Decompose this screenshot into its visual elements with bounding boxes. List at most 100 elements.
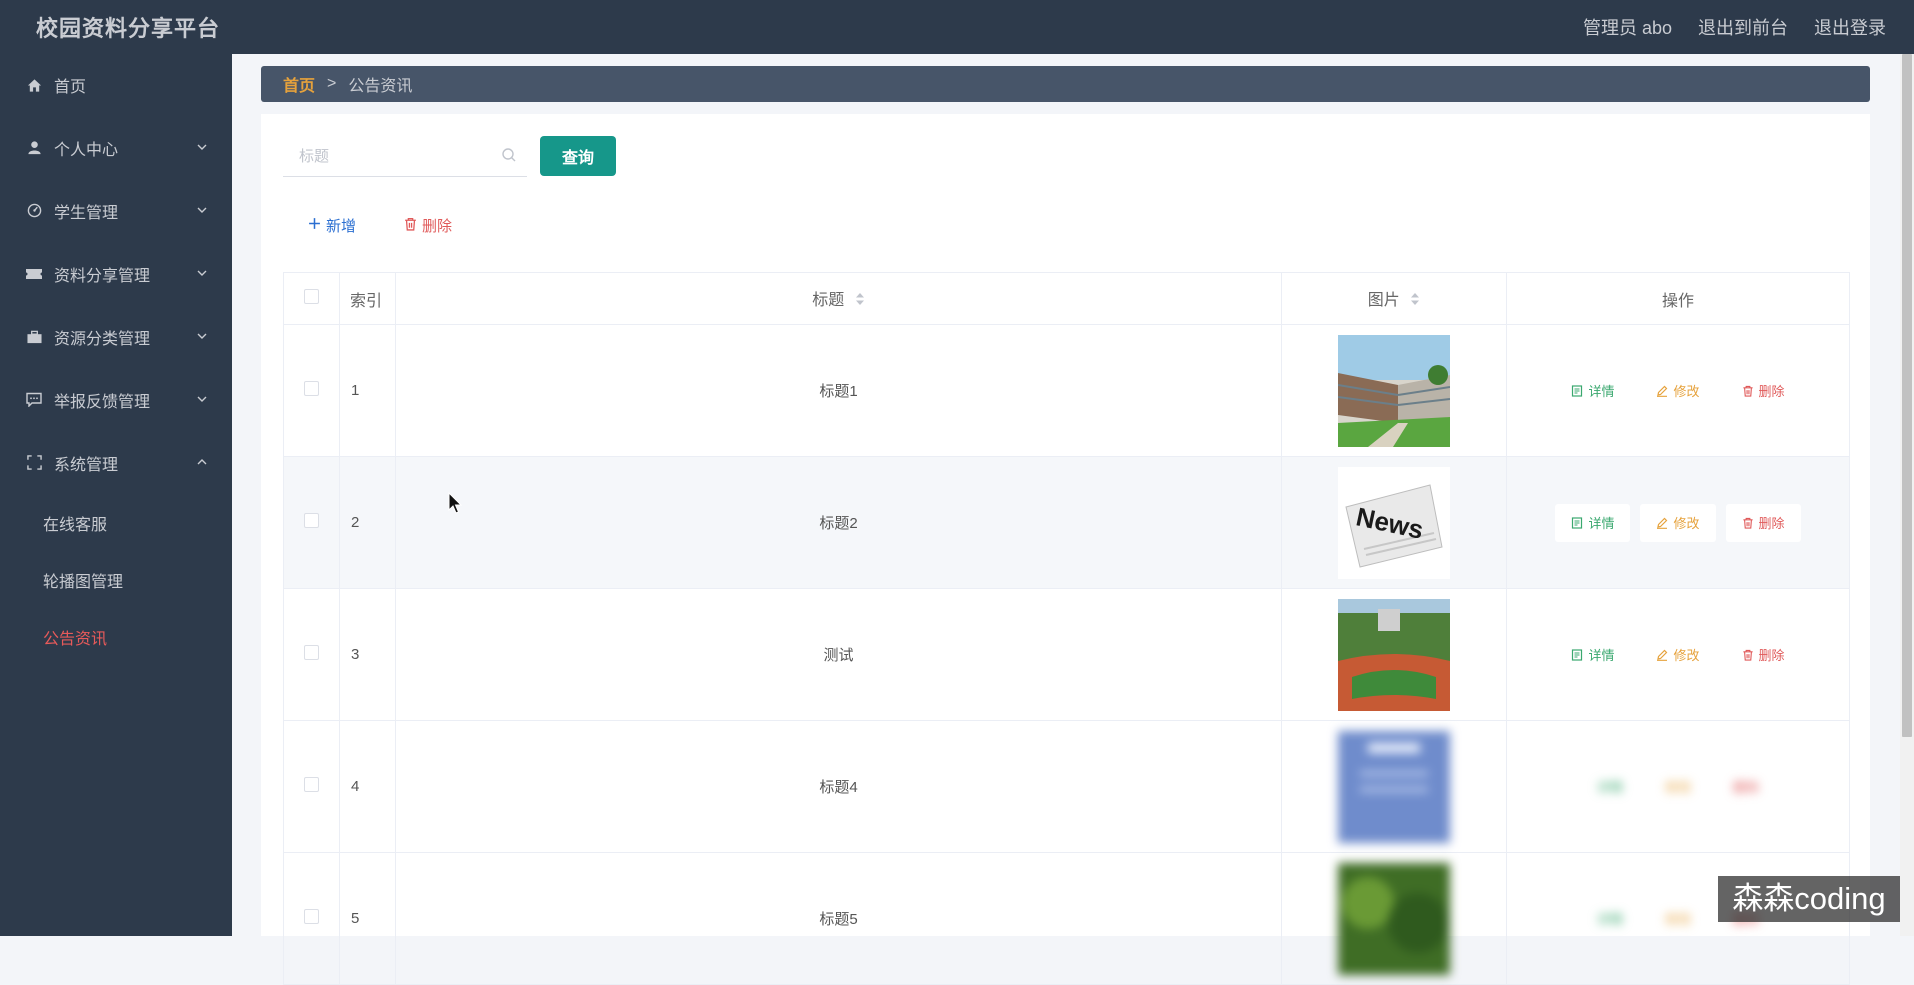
campus-buildings-image[interactable] [1338,334,1450,447]
pencil-icon [1657,517,1668,529]
sidebar-subitem-announcements[interactable]: 公告资讯 [0,608,232,665]
row-title: 测试 [395,588,1282,721]
green-trees-image[interactable] [1338,862,1450,975]
logout-link[interactable]: 退出登录 [1814,14,1886,40]
trash-icon [404,217,417,235]
ticket-icon [26,266,42,282]
search-icon [501,147,517,168]
document-icon [1572,384,1583,397]
sidebar-item-label: 学生管理 [54,204,119,222]
top-links: 管理员 abo 退出到前台 退出登录 [1583,14,1886,40]
delete-label: 删除 [422,218,453,235]
row-checkbox[interactable] [304,381,319,396]
sidebar: 首页 个人中心 学生管理 资料分享管理 资源分类管理 举报反馈管理 系统管理 在… [0,54,232,936]
delete-button[interactable]: 删除 [1717,768,1775,806]
delete-button[interactable]: 删除 [1725,503,1801,542]
admin-label[interactable]: 管理员 abo [1583,14,1672,40]
add-button[interactable]: 新增 [308,215,356,236]
column-header-title[interactable]: 标题 [395,272,1282,325]
detail-button[interactable]: 详情 [1555,372,1630,410]
sort-icon[interactable] [1410,292,1420,311]
row-checkbox[interactable] [304,909,319,924]
row-checkbox[interactable] [304,645,319,660]
row-checkbox[interactable] [304,513,319,528]
watermark: 森森coding [1718,876,1900,922]
scrollbar-thumb[interactable] [1902,54,1912,737]
sidebar-item-personal-center[interactable]: 个人中心 [0,116,232,179]
search-input[interactable] [283,136,501,176]
column-header-label: 图片 [1367,292,1400,310]
table-row: 1 标题1 详情 修改 删除 [283,324,1850,457]
edit-button[interactable]: 修改 [1640,636,1715,674]
sidebar-item-label: 系统管理 [54,456,119,474]
table-header-row: 索引 标题 图片 操作 [283,272,1850,325]
search-box [283,136,527,177]
chevron-down-icon [196,203,208,221]
table-row: 4 标题4 详情 修改 删除 [283,720,1850,853]
add-label: 新增 [326,218,357,235]
exit-to-front-link[interactable]: 退出到前台 [1698,14,1788,40]
column-header-actions: 操作 [1506,272,1850,325]
sidebar-item-system-management[interactable]: 系统管理 [0,431,232,494]
row-index: 3 [339,588,396,721]
breadcrumb-current: 公告资讯 [348,78,413,95]
detail-button[interactable]: 详情 [1555,636,1630,674]
pencil-icon [1657,649,1668,661]
row-index: 1 [339,324,396,457]
table-row: 5 标题5 详情 修改 删除 [283,852,1850,985]
news-newspaper-image[interactable]: News [1338,466,1450,579]
frame-icon [26,455,42,471]
detail-button[interactable]: 详情 [1581,768,1639,806]
home-icon [26,77,42,93]
row-index: 2 [339,456,396,589]
edit-button[interactable]: 修改 [1640,503,1716,542]
table-row: 2 标题2 News 详情 修改 删除 [283,456,1850,589]
column-header-image[interactable]: 图片 [1281,272,1507,325]
row-index: 5 [339,852,396,985]
top-bar: 校园资料分享平台 管理员 abo 退出到前台 退出登录 [0,0,1914,54]
document-icon [1572,516,1583,529]
delete-button[interactable]: 删除 [1726,372,1801,410]
column-header-index: 索引 [339,272,396,325]
sidebar-item-label: 资料分享管理 [54,267,151,285]
row-title: 标题1 [395,324,1282,457]
sort-icon[interactable] [855,292,865,311]
trash-icon [1742,517,1753,529]
sidebar-subitem-online-service[interactable]: 在线客服 [0,494,232,551]
edit-button[interactable]: 修改 [1649,900,1707,938]
blue-poster-image[interactable] [1338,730,1450,843]
sidebar-item-resource-category[interactable]: 资源分类管理 [0,305,232,368]
sidebar-item-label: 举报反馈管理 [54,393,151,411]
user-icon [26,140,42,156]
edit-button[interactable]: 修改 [1640,372,1715,410]
select-all-checkbox[interactable] [304,288,319,304]
trash-icon [1742,649,1753,661]
chevron-down-icon [196,329,208,347]
student-icon [26,203,42,219]
running-track-image[interactable] [1338,598,1450,711]
delete-button[interactable]: 删除 [1726,636,1801,674]
breadcrumb-home[interactable]: 首页 [283,72,315,96]
detail-button[interactable]: 详情 [1555,503,1631,542]
breadcrumb-separator: > [327,75,337,92]
chevron-down-icon [196,266,208,284]
sidebar-item-label: 首页 [54,79,87,96]
sidebar-item-report-feedback[interactable]: 举报反馈管理 [0,368,232,431]
sidebar-item-home[interactable]: 首页 [0,54,232,116]
row-checkbox[interactable] [304,777,319,792]
row-title: 标题2 [395,456,1282,589]
sidebar-item-label: 资源分类管理 [54,330,151,348]
sidebar-item-student-management[interactable]: 学生管理 [0,179,232,242]
document-icon [1572,648,1583,661]
edit-button[interactable]: 修改 [1649,768,1707,806]
plus-icon [308,217,321,234]
detail-button[interactable]: 详情 [1581,900,1639,938]
sidebar-subitem-carousel[interactable]: 轮播图管理 [0,551,232,608]
sidebar-item-material-sharing[interactable]: 资料分享管理 [0,242,232,305]
briefcase-icon [26,329,42,345]
announcement-table: 索引 标题 图片 操作 1 标题1 详情 修改 删除 2 标题2 News 详情… [283,272,1850,985]
table-row: 3 测试 详情 修改 删除 [283,588,1850,721]
batch-delete-button[interactable]: 删除 [404,215,452,236]
query-button[interactable]: 查询 [540,136,616,176]
select-all-cell [283,272,340,325]
